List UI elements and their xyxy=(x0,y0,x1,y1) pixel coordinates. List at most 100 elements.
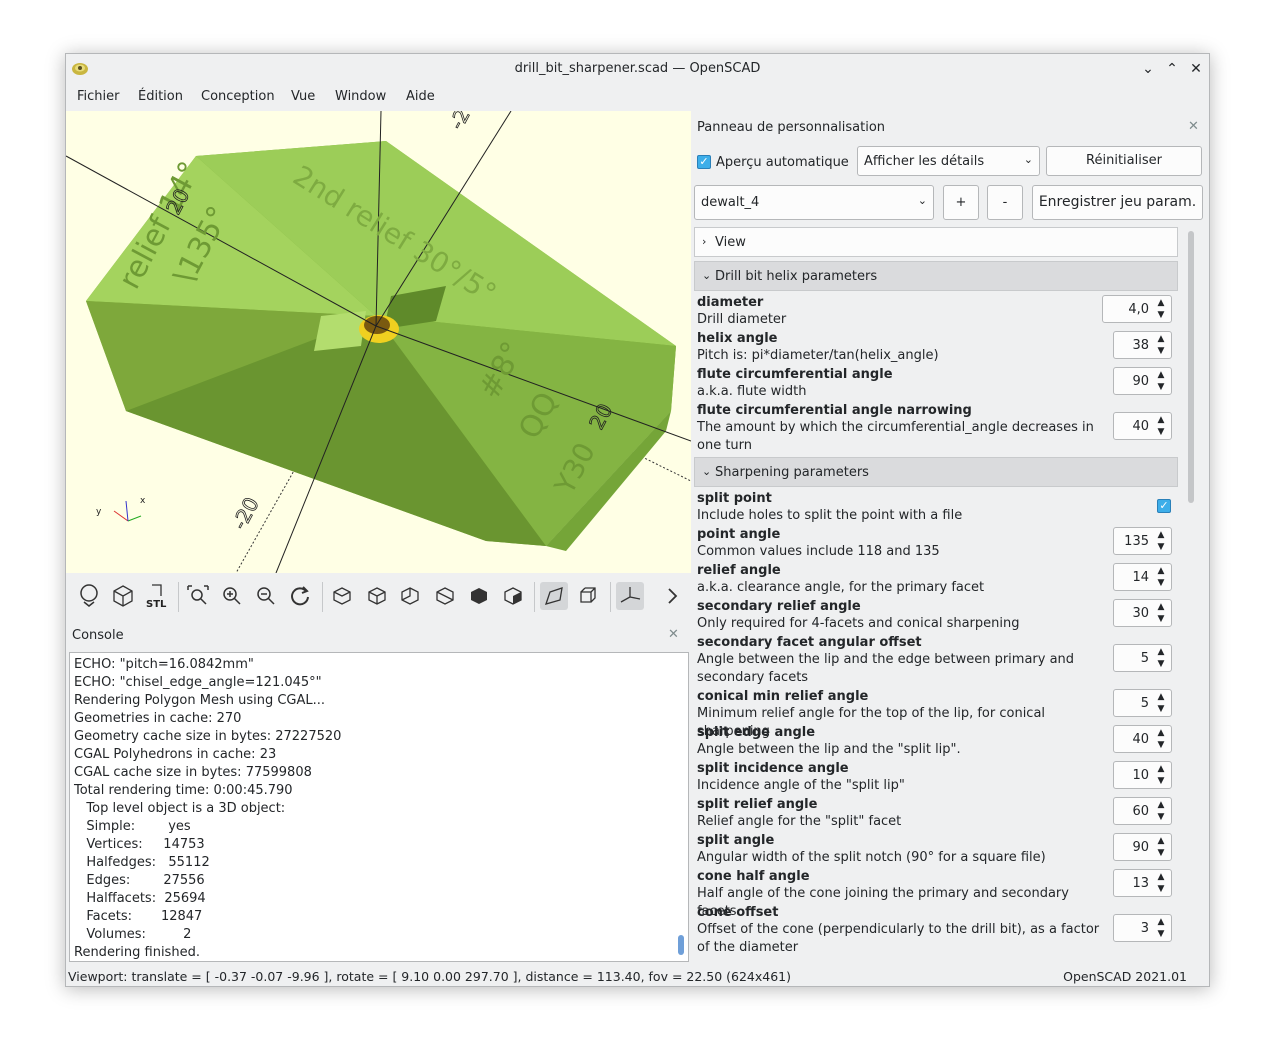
close-console-icon[interactable]: ✕ xyxy=(668,627,679,642)
customizer-scrollbar[interactable] xyxy=(1188,231,1194,503)
close-customizer-icon[interactable]: ✕ xyxy=(1188,119,1199,134)
spin-down-icon[interactable]: ▼ xyxy=(1154,811,1168,823)
param-desc: Common values include 118 and 135 xyxy=(697,544,940,559)
save-preset-button[interactable]: Enregistrer jeu param. xyxy=(1032,185,1203,220)
spin-down-icon[interactable]: ▼ xyxy=(1154,381,1168,393)
spin-down-icon[interactable]: ▼ xyxy=(1154,703,1168,715)
menu-fichier[interactable]: Fichier xyxy=(77,89,120,104)
svg-text:y: y xyxy=(96,507,102,517)
maximize-button[interactable]: ⌃ xyxy=(1161,58,1183,80)
console-line: Total rendering time: 0:00:45.790 xyxy=(74,783,293,798)
spin-down-icon[interactable]: ▼ xyxy=(1154,739,1168,751)
group-view[interactable]: › View xyxy=(694,227,1178,257)
spin-up-icon[interactable]: ▲ xyxy=(1154,646,1168,658)
details-combo[interactable]: Afficher les détails ⌄ xyxy=(857,146,1040,176)
view-back-icon[interactable] xyxy=(499,582,527,610)
minimize-button[interactable]: ⌄ xyxy=(1137,58,1159,80)
helix-angle-spinbox[interactable]: 38 ▲ ▼ xyxy=(1113,331,1172,359)
more-icon[interactable] xyxy=(658,582,686,610)
view-left-icon[interactable] xyxy=(431,582,459,610)
flute-angle-spinbox[interactable]: 90 ▲ ▼ xyxy=(1113,367,1172,395)
param-desc: The amount by which the circumferential_… xyxy=(697,420,1094,453)
param-spinbox[interactable]: 60 ▲ ▼ xyxy=(1113,797,1172,825)
spin-up-icon[interactable]: ▲ xyxy=(1154,565,1168,577)
param-spinbox[interactable]: 30 ▲ ▼ xyxy=(1113,599,1172,627)
menu-conception[interactable]: Conception xyxy=(201,89,275,104)
reset-view-icon[interactable] xyxy=(286,582,314,610)
spin-up-icon[interactable]: ▲ xyxy=(1154,601,1168,613)
param-desc: Drill diameter xyxy=(697,312,787,327)
perspective-icon[interactable] xyxy=(540,582,568,610)
spin-up-icon[interactable]: ▲ xyxy=(1154,691,1168,703)
spin-down-icon[interactable]: ▼ xyxy=(1154,426,1168,438)
param-spinbox[interactable]: 14 ▲ ▼ xyxy=(1113,563,1172,591)
view-front-icon[interactable] xyxy=(465,582,493,610)
menu-aide[interactable]: Aide xyxy=(406,89,435,104)
split-point-checkbox[interactable]: ✓ xyxy=(1157,499,1171,513)
param-spinbox[interactable]: 5 ▲ ▼ xyxy=(1113,644,1172,672)
spin-up-icon[interactable]: ▲ xyxy=(1154,727,1168,739)
orthogonal-icon[interactable] xyxy=(575,582,603,610)
spin-up-icon[interactable]: ▲ xyxy=(1154,529,1168,541)
menu-vue[interactable]: Vue xyxy=(291,89,315,104)
console-line: Rendering finished. xyxy=(74,945,200,960)
spin-down-icon[interactable]: ▼ xyxy=(1154,775,1168,787)
view-bottom-icon[interactable] xyxy=(396,582,424,610)
view-top-icon[interactable] xyxy=(363,582,391,610)
group-helix[interactable]: ⌄ Drill bit helix parameters xyxy=(694,261,1178,291)
view-all-icon[interactable] xyxy=(184,582,212,610)
menu-window[interactable]: Window xyxy=(335,89,386,104)
spin-up-icon[interactable]: ▲ xyxy=(1154,871,1168,883)
preview-render-icon[interactable] xyxy=(76,582,104,610)
close-window-button[interactable]: ✕ xyxy=(1185,58,1207,80)
spin-up-icon[interactable]: ▲ xyxy=(1154,916,1168,928)
param-spinbox[interactable]: 10 ▲ ▼ xyxy=(1113,761,1172,789)
menu-edition[interactable]: Édition xyxy=(138,89,183,104)
zoom-out-icon[interactable] xyxy=(252,582,280,610)
spin-up-icon[interactable]: ▲ xyxy=(1154,369,1168,381)
param-name: diameter xyxy=(697,295,764,310)
console-scrollbar[interactable] xyxy=(678,935,684,955)
customizer-panel: Panneau de personnalisation ✕ ✓ Aperçu a… xyxy=(692,111,1209,964)
param-spinbox[interactable]: 135 ▲ ▼ xyxy=(1113,527,1172,555)
flute-narrowing-spinbox[interactable]: 40 ▲ ▼ xyxy=(1113,412,1172,440)
show-axes-icon[interactable] xyxy=(616,582,644,610)
spin-down-icon[interactable]: ▼ xyxy=(1154,345,1168,357)
spin-up-icon[interactable]: ▲ xyxy=(1154,763,1168,775)
preset-combo[interactable]: dewalt_4 ⌄ xyxy=(694,185,934,220)
spin-up-icon[interactable]: ▲ xyxy=(1154,414,1168,426)
remove-preset-button[interactable]: - xyxy=(987,185,1023,220)
param-spinbox[interactable]: 90 ▲ ▼ xyxy=(1113,833,1172,861)
spin-up-icon[interactable]: ▲ xyxy=(1154,799,1168,811)
spin-up-icon[interactable]: ▲ xyxy=(1154,333,1168,345)
export-stl-icon[interactable]: STL xyxy=(143,582,171,610)
chevron-down-icon: ⌄ xyxy=(702,465,712,478)
spin-down-icon[interactable]: ▼ xyxy=(1154,847,1168,859)
param-spinbox[interactable]: 40 ▲ ▼ xyxy=(1113,725,1172,753)
diameter-spinbox[interactable]: 4,0 ▲ ▼ xyxy=(1102,295,1172,323)
console-line: Volumes: 2 xyxy=(74,927,192,942)
auto-preview-checkbox[interactable]: ✓ xyxy=(697,155,711,169)
view-right-icon[interactable] xyxy=(328,582,356,610)
title-bar[interactable]: drill_bit_sharpener.scad — OpenSCAD ⌄ ⌃ … xyxy=(66,54,1209,84)
spin-down-icon[interactable]: ▼ xyxy=(1154,883,1168,895)
spin-down-icon[interactable]: ▼ xyxy=(1154,309,1168,321)
spin-up-icon[interactable]: ▲ xyxy=(1154,297,1168,309)
spin-up-icon[interactable]: ▲ xyxy=(1154,835,1168,847)
spin-down-icon[interactable]: ▼ xyxy=(1154,577,1168,589)
spin-down-icon[interactable]: ▼ xyxy=(1154,613,1168,625)
param-spinbox[interactable]: 13 ▲ ▼ xyxy=(1113,869,1172,897)
spin-down-icon[interactable]: ▼ xyxy=(1154,928,1168,940)
param-spinbox[interactable]: 5 ▲ ▼ xyxy=(1113,689,1172,717)
console-output[interactable]: ECHO: "pitch=16.0842mm" ECHO: "chisel_edg… xyxy=(69,652,689,962)
console-lines: ECHO: "pitch=16.0842mm" ECHO: "chisel_edg… xyxy=(74,656,674,961)
spin-down-icon[interactable]: ▼ xyxy=(1154,541,1168,553)
group-sharpening[interactable]: ⌄ Sharpening parameters xyxy=(694,457,1178,487)
3d-viewport[interactable]: relief 14° \135° 2nd relief 30°/5° #8° Q… xyxy=(66,111,691,573)
add-preset-button[interactable]: + xyxy=(943,185,979,220)
zoom-in-icon[interactable] xyxy=(218,582,246,610)
reset-button[interactable]: Réinitialiser xyxy=(1046,146,1202,176)
spin-down-icon[interactable]: ▼ xyxy=(1154,658,1168,670)
param-spinbox[interactable]: 3 ▲ ▼ xyxy=(1113,914,1172,942)
render-icon[interactable] xyxy=(109,582,137,610)
